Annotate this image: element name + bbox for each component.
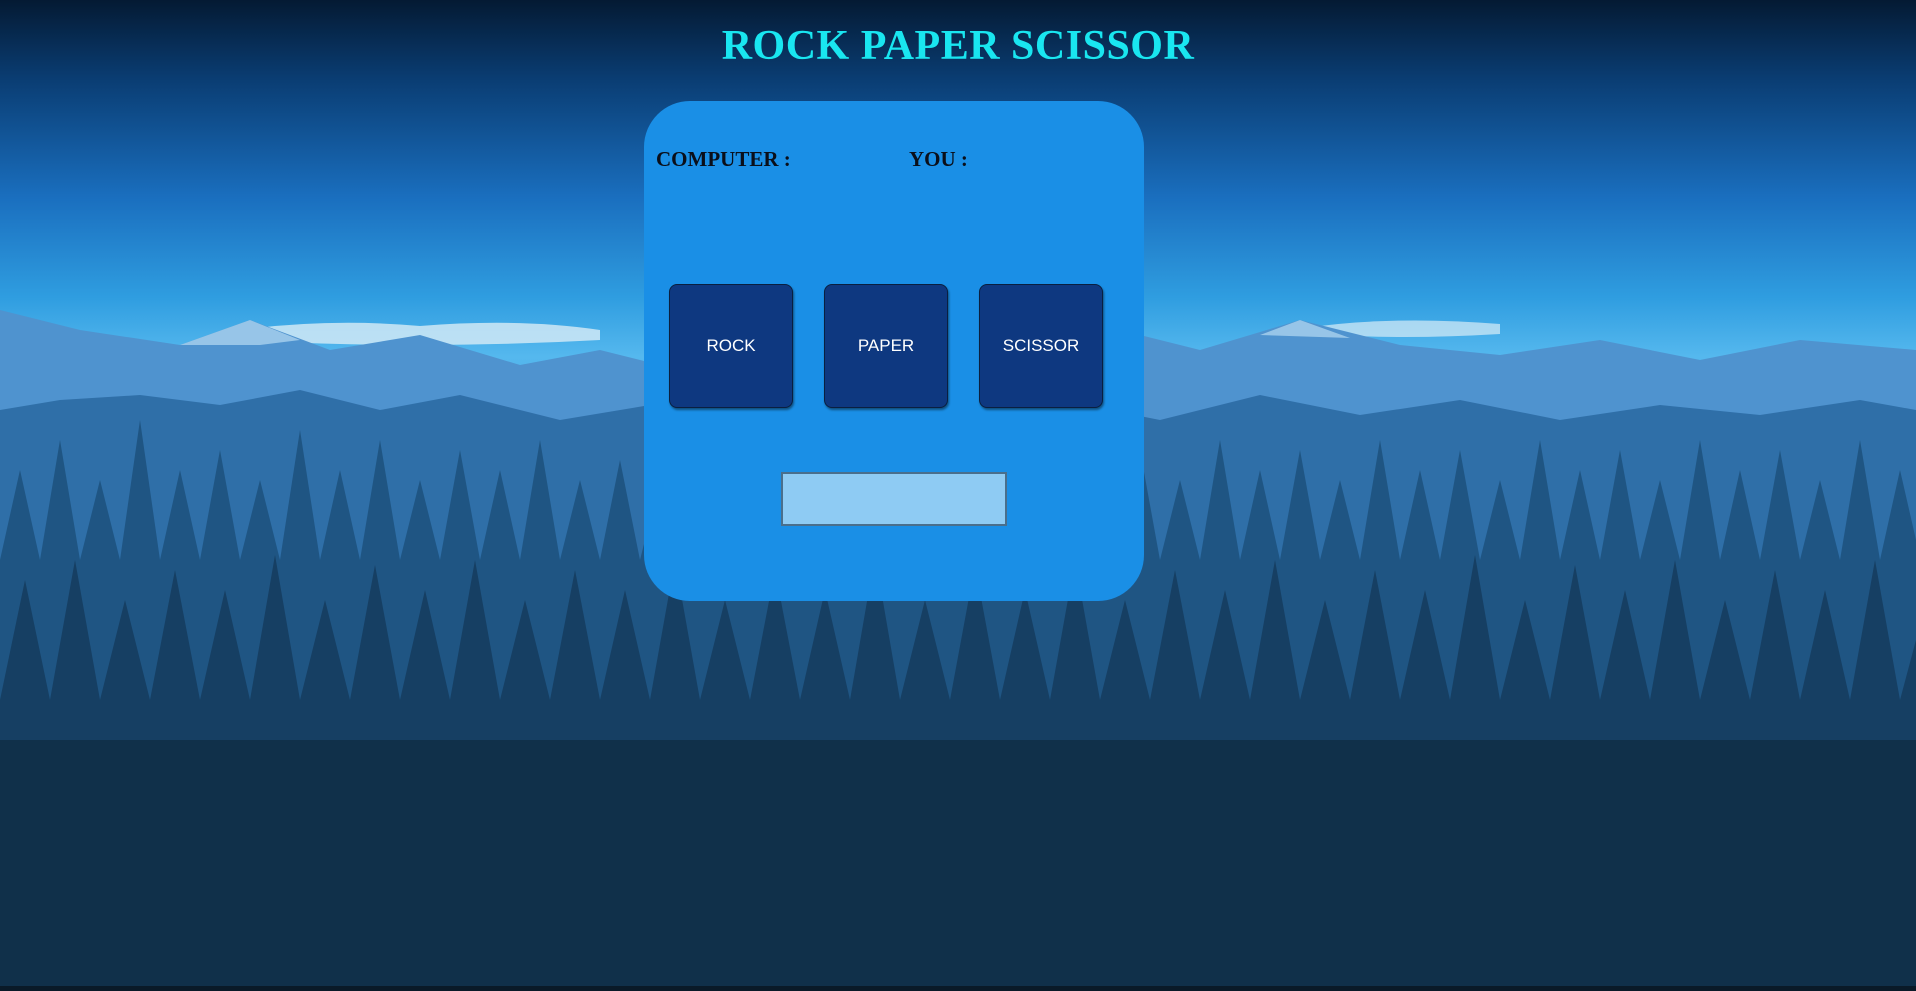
computer-label: COMPUTER : — [656, 147, 791, 171]
you-label: YOU : — [909, 147, 968, 171]
paper-button[interactable]: PAPER — [824, 284, 948, 408]
result-display — [781, 472, 1007, 526]
you-score-label: YOU : — [909, 147, 968, 172]
game-panel: COMPUTER : YOU : ROCK PAPER SCISSOR — [644, 101, 1144, 601]
computer-score-label: COMPUTER : — [656, 147, 791, 172]
rock-button[interactable]: ROCK — [669, 284, 793, 408]
scissor-button[interactable]: SCISSOR — [979, 284, 1103, 408]
page-title: ROCK PAPER SCISSOR — [721, 23, 1195, 69]
